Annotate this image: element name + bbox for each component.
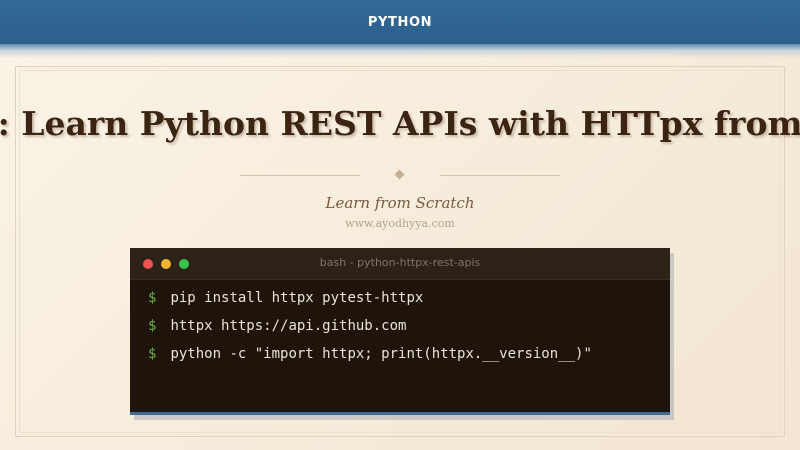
prompt-symbol: $ bbox=[148, 346, 157, 362]
subtitle: Learn from Scratch bbox=[325, 194, 475, 212]
page-title: : Learn Python REST APIs with HTTpx from bbox=[0, 104, 800, 143]
title-container: : Learn Python REST APIs with HTTpx from bbox=[0, 104, 800, 160]
divider-left bbox=[240, 175, 360, 176]
terminal-titlebar: bash - python-httpx-rest-apis bbox=[130, 248, 670, 280]
top-bar-fade bbox=[0, 44, 800, 58]
category-label[interactable]: PYTHON bbox=[368, 15, 432, 30]
terminal-line: $ pip install httpx pytest-httpx bbox=[148, 288, 423, 308]
site-url[interactable]: www.ayodhyya.com bbox=[0, 217, 800, 230]
top-bar: PYTHON bbox=[0, 0, 800, 44]
terminal-line: $ httpx https://api.github.com bbox=[148, 316, 406, 336]
terminal-command: httpx https://api.github.com bbox=[170, 318, 407, 334]
terminal-command: python -c "import httpx; print(httpx.__v… bbox=[170, 346, 592, 362]
prompt-symbol: $ bbox=[148, 290, 157, 306]
divider-right bbox=[440, 175, 560, 176]
terminal-command: pip install httpx pytest-httpx bbox=[170, 290, 424, 306]
terminal-window: bash - python-httpx-rest-apis $ pip insta… bbox=[130, 248, 670, 415]
terminal-title: bash - python-httpx-rest-apis bbox=[319, 256, 481, 269]
terminal-line: $ python -c "import httpx; print(httpx.__… bbox=[148, 344, 592, 364]
prompt-symbol: $ bbox=[148, 318, 157, 334]
